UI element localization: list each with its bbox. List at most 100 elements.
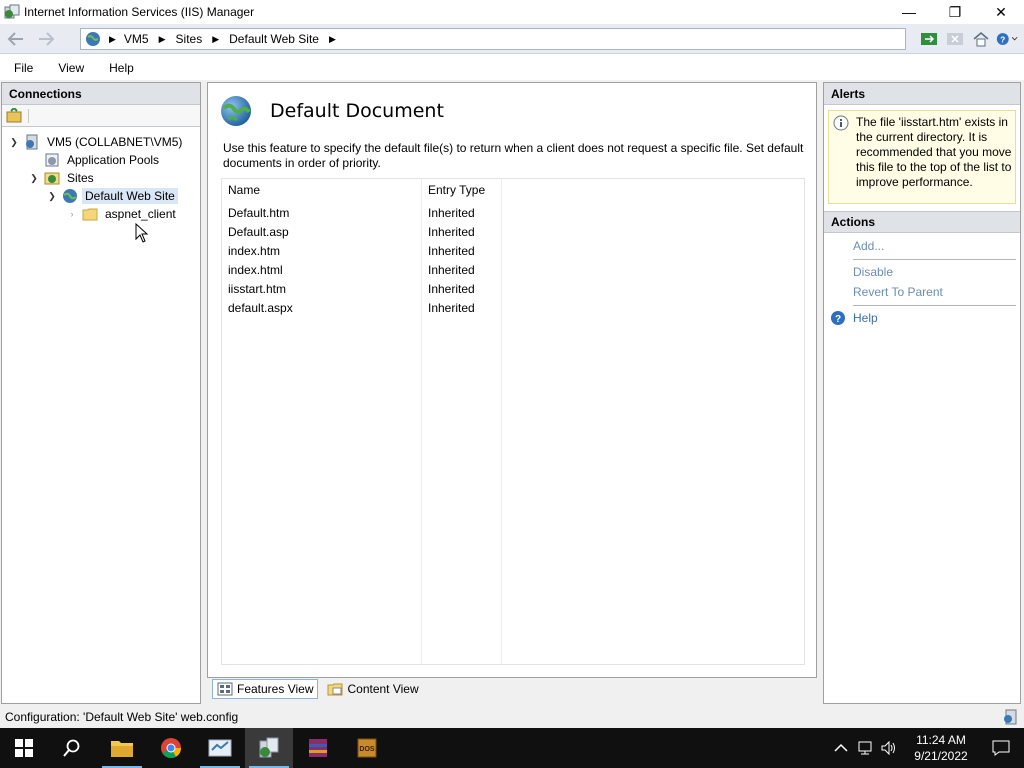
tree-node-application-pools[interactable]: Application Pools (28, 151, 162, 169)
window-title: Internet Information Services (IIS) Mana… (24, 5, 255, 19)
table-row[interactable]: index.htm Inherited (222, 241, 502, 260)
feature-pane: Default Document Use this feature to spe… (207, 82, 817, 678)
action-help[interactable]: ? Help (824, 308, 1020, 328)
mouse-cursor-icon (135, 223, 149, 243)
status-text: Configuration: 'Default Web Site' web.co… (5, 710, 239, 724)
collapse-chevron-icon[interactable]: ❯ (46, 190, 58, 202)
toolbar-divider (28, 108, 29, 123)
table-row[interactable]: Default.asp Inherited (222, 222, 502, 241)
alert-box: The file 'iisstart.htm' exists in the cu… (828, 110, 1016, 204)
forward-arrow-icon[interactable] (34, 29, 58, 49)
default-document-globe-icon (221, 96, 251, 126)
actions-header: Actions (824, 211, 1020, 233)
back-arrow-icon[interactable] (4, 29, 28, 49)
address-bar[interactable]: ▶ VM5 ▶ Sites ▶ Default Web Site ▶ (80, 28, 906, 50)
restore-button[interactable]: ❐ (932, 0, 978, 24)
column-header-name[interactable]: Name (222, 179, 422, 201)
status-bar: Configuration: 'Default Web Site' web.co… (0, 706, 1024, 728)
notifications-button[interactable] (978, 728, 1024, 768)
clock[interactable]: 11:24 AM 9/21/2022 (904, 732, 978, 764)
connect-icon[interactable] (6, 107, 22, 124)
taskbar-winrar[interactable] (294, 728, 342, 768)
connections-toolbar (2, 105, 200, 127)
folder-icon (82, 208, 98, 221)
stop-icon[interactable] (944, 28, 966, 50)
breadcrumb-arrow-icon[interactable]: ▶ (329, 34, 336, 45)
svg-text:DOS: DOS (359, 746, 375, 753)
work-area: Connections ❯ VM5 (COLLABNET\VM5) Applic… (0, 80, 1024, 706)
taskbar-iis-manager[interactable] (245, 728, 293, 768)
table-row[interactable]: index.html Inherited (222, 260, 502, 279)
windows-logo-icon (15, 739, 33, 757)
table-row[interactable]: default.aspx Inherited (222, 298, 502, 317)
column-header-entry-type[interactable]: Entry Type (422, 179, 502, 201)
tab-features-view[interactable]: Features View (212, 679, 319, 699)
server-manager-icon (208, 739, 232, 757)
breadcrumb-sites[interactable]: Sites (176, 32, 203, 46)
tree-node-default-web-site[interactable]: ❯ Default Web Site (46, 187, 178, 205)
expand-chevron-icon[interactable]: › (66, 208, 78, 220)
title-bar: Internet Information Services (IIS) Mana… (0, 0, 1024, 24)
action-disable[interactable]: Disable (824, 262, 1020, 282)
breadcrumb-arrow-icon: ▶ (158, 33, 166, 44)
help-dropdown-icon[interactable]: ? (996, 28, 1018, 50)
taskbar-file-explorer[interactable] (98, 728, 146, 768)
refresh-icon[interactable] (918, 28, 940, 50)
collapse-chevron-icon[interactable]: ❯ (28, 172, 40, 184)
feature-description: Use this feature to specify the default … (223, 141, 804, 170)
home-icon[interactable] (970, 28, 992, 50)
table-row[interactable]: Default.htm Inherited (222, 203, 502, 222)
view-tabs: Features View Content View (212, 679, 424, 699)
tree-node-aspnet-client[interactable]: › aspnet_client (66, 205, 179, 223)
actions-list: Add... Disable Revert To Parent ? Help (824, 236, 1020, 328)
actions-divider (853, 259, 1016, 260)
minimize-button[interactable]: — (886, 0, 932, 24)
connections-pane: Connections ❯ VM5 (COLLABNET\VM5) Applic… (1, 82, 201, 704)
notification-icon (992, 740, 1010, 756)
collapse-chevron-icon[interactable]: ❯ (8, 136, 20, 148)
iis-app-icon (4, 4, 20, 19)
action-add[interactable]: Add... (824, 236, 1020, 256)
close-button[interactable]: ✕ (978, 0, 1024, 24)
default-document-list: Name Entry Type Default.htm Inherited De… (221, 178, 805, 665)
clock-date: 9/21/2022 (914, 749, 968, 763)
winrar-icon (309, 739, 327, 757)
address-toolbar: ▶ VM5 ▶ Sites ▶ Default Web Site ▶ ? (0, 24, 1024, 54)
breadcrumb-vm5[interactable]: VM5 (124, 32, 149, 46)
actions-pane: Alerts The file 'iisstart.htm' exists in… (823, 82, 1021, 704)
iis-manager-icon (259, 737, 279, 758)
chevron-up-icon[interactable] (834, 743, 848, 753)
alerts-header: Alerts (824, 83, 1020, 105)
system-tray: 11:24 AM 9/21/2022 (834, 728, 1024, 768)
alert-message: The file 'iisstart.htm' exists in the cu… (856, 115, 1012, 189)
tree-node-server[interactable]: ❯ VM5 (COLLABNET\VM5) (8, 133, 185, 151)
menu-file[interactable]: File (0, 61, 44, 75)
menu-help[interactable]: Help (95, 61, 145, 75)
chrome-icon (161, 738, 182, 759)
taskbar-chrome[interactable] (147, 728, 195, 768)
volume-icon[interactable] (880, 740, 898, 756)
search-button[interactable] (48, 728, 96, 768)
website-globe-icon (63, 189, 77, 203)
network-icon[interactable] (856, 740, 874, 756)
breadcrumb-default-web-site[interactable]: Default Web Site (229, 32, 319, 46)
connections-header: Connections (2, 83, 200, 105)
sites-icon (44, 172, 60, 185)
svg-text:?: ? (835, 314, 841, 325)
menu-view[interactable]: View (44, 61, 95, 75)
tab-content-view[interactable]: Content View (322, 679, 423, 699)
action-revert-to-parent[interactable]: Revert To Parent (824, 282, 1020, 302)
breadcrumb-arrow-icon: ▶ (109, 33, 116, 44)
info-icon (833, 115, 849, 131)
taskbar-server-manager[interactable] (196, 728, 244, 768)
app-pools-icon (45, 153, 59, 167)
help-icon: ? (831, 311, 845, 325)
server-status-icon (1004, 709, 1017, 725)
feature-title: Default Document (270, 100, 444, 122)
globe-icon (86, 32, 100, 46)
start-button[interactable] (0, 728, 48, 768)
tree-node-sites[interactable]: ❯ Sites (28, 169, 97, 187)
table-row[interactable]: iisstart.htm Inherited (222, 279, 502, 298)
menu-bar: File View Help (0, 55, 1024, 80)
taskbar-dosbox[interactable]: DOS (343, 728, 391, 768)
